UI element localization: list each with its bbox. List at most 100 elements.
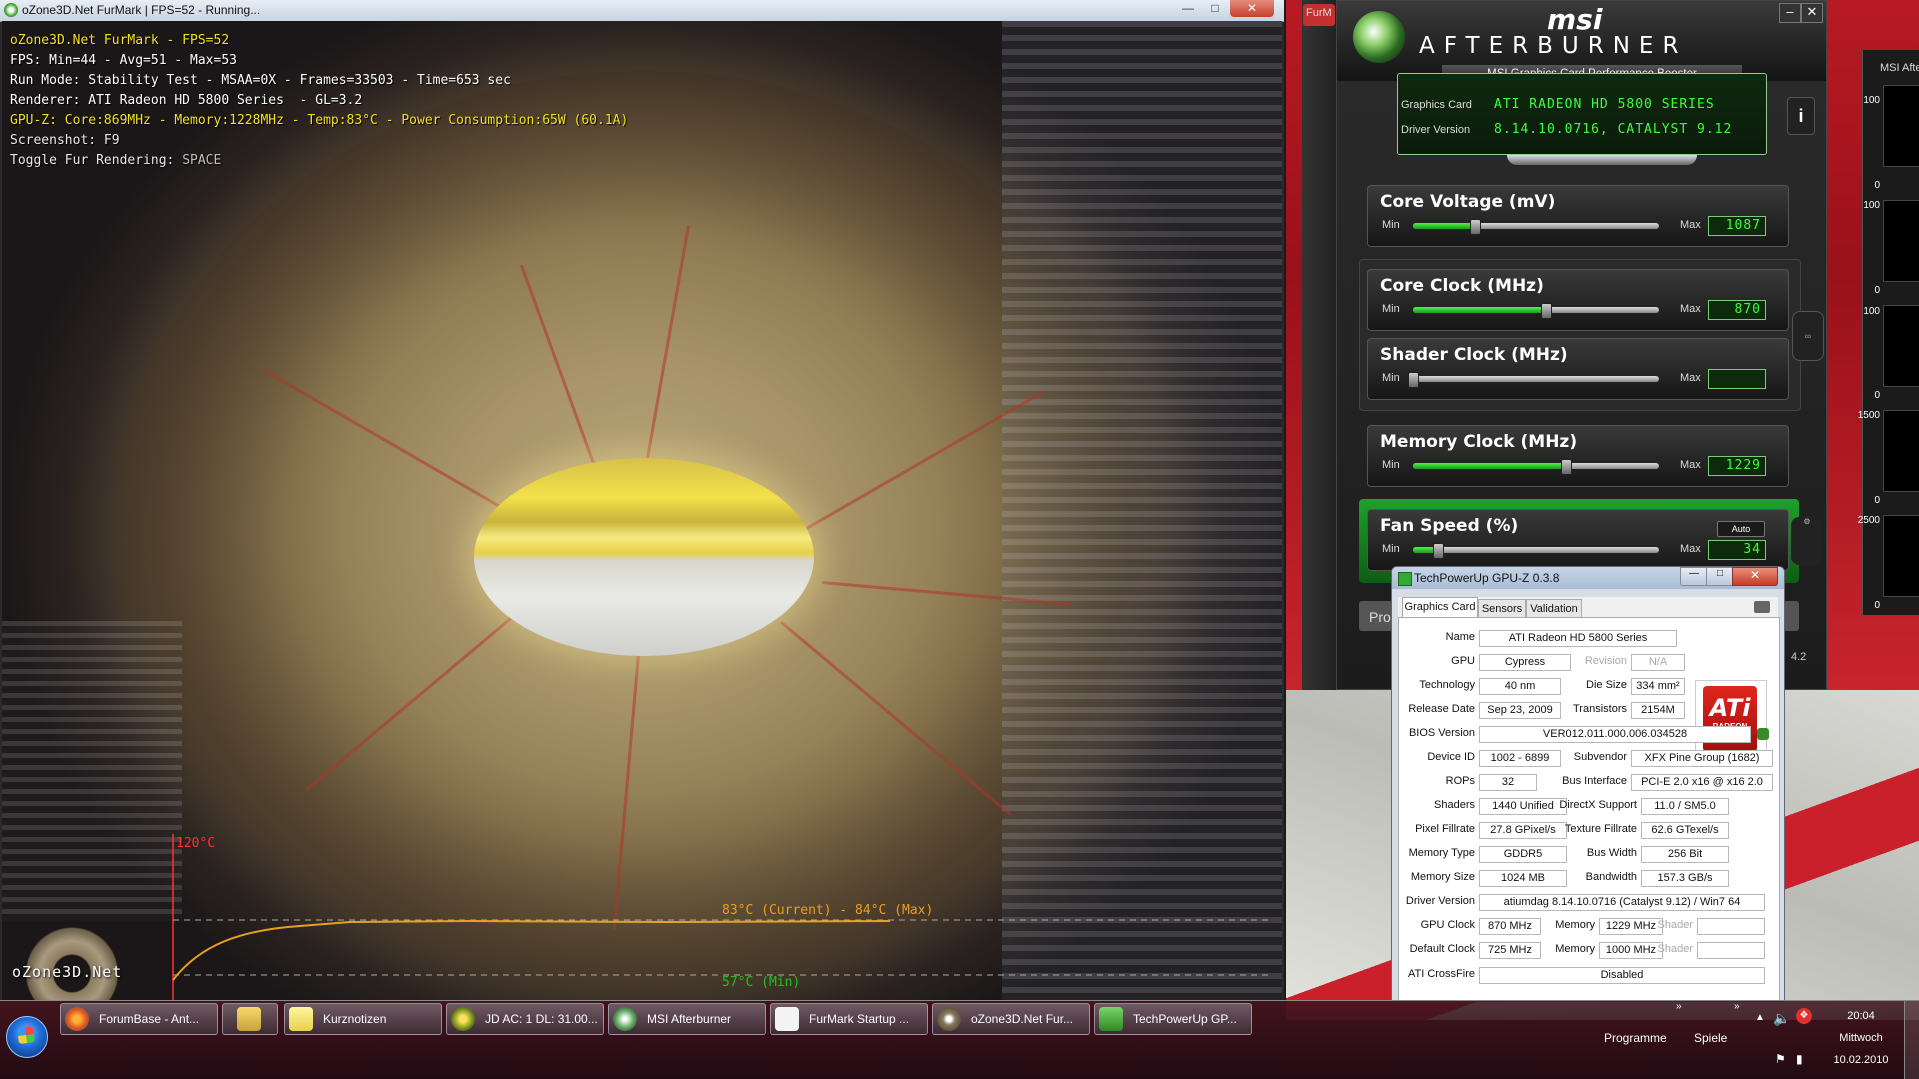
slider-knob[interactable] (1540, 303, 1552, 319)
tray-overflow-icon[interactable]: ▲ (1755, 1012, 1765, 1023)
bios-save-icon[interactable] (1757, 728, 1769, 740)
core-voltage-title: Core Voltage (mV) (1380, 192, 1556, 212)
core-clock-slider[interactable] (1413, 303, 1659, 319)
gpuz-info: GPU-Z: Core:869MHz - Memory:1228MHz - Te… (10, 113, 629, 128)
firefox-icon (65, 1007, 89, 1031)
taskbar-item-label: oZone3D.Net Fur... (971, 1012, 1074, 1026)
slider-knob[interactable] (1560, 459, 1572, 475)
afterburner-close-button[interactable]: ✕ (1801, 3, 1823, 23)
core-clock-value[interactable]: 870 (1708, 300, 1766, 320)
programme-expand-icon[interactable]: » (1676, 1001, 1682, 1012)
speaker-icon[interactable]: 🔈 (1773, 1010, 1790, 1027)
transistors-value: 2154M (1631, 702, 1685, 719)
tab-validation[interactable]: Validation (1526, 599, 1582, 618)
minimize-button[interactable]: — (1176, 0, 1200, 17)
afterburner-tray-icon[interactable]: ❖ (1796, 1008, 1812, 1024)
gpuz-close-button[interactable]: ✕ (1732, 567, 1778, 586)
core-clock-panel: Core Clock (MHz) Min Max 870 (1367, 269, 1789, 331)
network-icon[interactable]: ▮ (1796, 1052, 1803, 1066)
shader-clock-slider[interactable] (1408, 372, 1659, 388)
taskbar-item-notes[interactable]: Kurznotizen (284, 1003, 442, 1035)
slider-min-label: Min (1382, 543, 1400, 555)
memory-clock-slider[interactable] (1413, 459, 1659, 475)
shader-clock-label: Shader (1657, 919, 1693, 931)
shader-clock-value[interactable] (1708, 369, 1766, 389)
taskbar-item-firefox[interactable]: ForumBase - Ant... (60, 1003, 218, 1035)
screenshot-camera-icon[interactable] (1754, 601, 1770, 613)
memory-clock-value[interactable]: 1229 (1708, 456, 1766, 476)
spiele-expand-icon[interactable]: » (1734, 1001, 1740, 1012)
gpuz-minimize-button[interactable]: — (1680, 567, 1708, 586)
jdownloader-icon (451, 1007, 475, 1031)
driver-version-value: atiumdag 8.14.10.0716 (Catalyst 9.12) / … (1479, 894, 1765, 911)
afterburner-version: 4.2 (1791, 651, 1807, 663)
toolbar-programme[interactable]: Programme (1604, 1031, 1667, 1045)
clock-time[interactable]: 20:04 (1836, 1010, 1886, 1022)
slider-knob[interactable] (1432, 543, 1444, 559)
screenshot-hint-key: F9 (103, 133, 120, 148)
monitor-tick: 0 (1874, 180, 1880, 191)
bandwidth-label: Bandwidth (1585, 871, 1637, 883)
transistors-label: Transistors (1573, 703, 1627, 715)
user-define-icon[interactable]: ⚙ (1791, 517, 1823, 565)
toolbar-spiele[interactable]: Spiele (1694, 1031, 1727, 1045)
afterburner-minimize-button[interactable]: – (1779, 3, 1801, 23)
monitoring-title: MSI Afte (1880, 62, 1919, 74)
gpuz-maximize-button[interactable]: □ (1706, 567, 1734, 586)
taskbar-item-furmark-startup[interactable]: FurMark Startup ... (770, 1003, 928, 1035)
shader-clock-value (1697, 918, 1765, 935)
fan-speed-slider[interactable] (1413, 543, 1659, 559)
bus-interface-label: Bus Interface (1562, 775, 1627, 787)
show-desktop-button[interactable] (1904, 1001, 1919, 1079)
afterburner-logo-icon (1353, 11, 1405, 63)
info-button[interactable]: i (1787, 97, 1815, 135)
taskbar-item-gpuz[interactable]: TechPowerUp GP... (1094, 1003, 1252, 1035)
tab-graphics-card[interactable]: Graphics Card (1402, 597, 1478, 618)
revision-value: N/A (1631, 654, 1685, 671)
link-icon[interactable]: ∞ (1792, 311, 1824, 361)
clock-date[interactable]: 10.02.2010 (1826, 1054, 1896, 1066)
slider-min-label: Min (1382, 303, 1400, 315)
memory-size-label: Memory Size (1410, 871, 1475, 883)
afterburner-name: AFTERBURNER (1419, 33, 1688, 59)
core-voltage-value[interactable]: 1087 (1708, 216, 1766, 236)
directx-support-label: DirectX Support (1559, 799, 1637, 811)
ozone3d-logo-text: oZone3D.Net (12, 963, 123, 981)
furmark-titlebar[interactable]: oZone3D.Net FurMark | FPS=52 - Running..… (0, 0, 1284, 22)
taskbar-item-afterburner[interactable]: MSI Afterburner (608, 1003, 766, 1035)
maximize-button[interactable]: □ (1203, 0, 1227, 17)
fan-speed-panel: Fan Speed (%) Min Max 34 (1367, 509, 1789, 571)
slider-knob[interactable] (1408, 372, 1419, 388)
fps-title: oZone3D.Net FurMark - FPS=52 (10, 33, 230, 48)
bios-version-label: BIOS Version (1408, 727, 1475, 739)
slider-max-label: Max (1680, 459, 1701, 471)
shader-clock-title: Shader Clock (MHz) (1380, 345, 1568, 365)
crossfire-value: Disabled (1479, 967, 1765, 984)
fan-speed-value[interactable]: 34 (1708, 540, 1766, 560)
close-button[interactable]: ✕ (1230, 0, 1274, 17)
taskbar-item-furmark[interactable]: oZone3D.Net Fur... (932, 1003, 1090, 1035)
taskbar-item-jdownloader[interactable]: JD AC: 1 DL: 31.00... (446, 1003, 604, 1035)
texture-fillrate-value: 62.6 GTexel/s (1641, 822, 1729, 839)
name-label: Name (1445, 631, 1475, 643)
default-shader-value (1697, 942, 1765, 959)
pixel-fillrate-label: Pixel Fillrate (1415, 823, 1475, 835)
gpuz-icon (1099, 1007, 1123, 1031)
furmark-app-icon (4, 3, 18, 17)
core-clock-title: Core Clock (MHz) (1380, 276, 1544, 296)
slider-knob[interactable] (1469, 219, 1481, 235)
bus-width-value: 256 Bit (1641, 846, 1729, 863)
memory-clock-title: Memory Clock (MHz) (1380, 432, 1578, 452)
bus-interface-value: PCI-E 2.0 x16 @ x16 2.0 (1631, 774, 1773, 791)
clock-day[interactable]: Mittwoch (1826, 1032, 1896, 1044)
action-center-flag-icon[interactable]: ⚑ (1775, 1052, 1786, 1066)
core-voltage-slider[interactable] (1413, 219, 1659, 235)
fan-auto-toggle[interactable]: Auto (1717, 521, 1765, 537)
core-voltage-panel: Core Voltage (mV) Min Max 1087 (1367, 185, 1789, 247)
info-panel-divider (1507, 155, 1697, 165)
bios-version-value: VER012.011.000.006.034528 (1479, 726, 1751, 743)
tab-sensors[interactable]: Sensors (1478, 599, 1526, 618)
taskbar-item-explorer[interactable] (222, 1003, 278, 1035)
graph-min-label: 57°C (Min) (722, 975, 801, 990)
screenshot-hint-label: Screenshot: (10, 133, 104, 148)
